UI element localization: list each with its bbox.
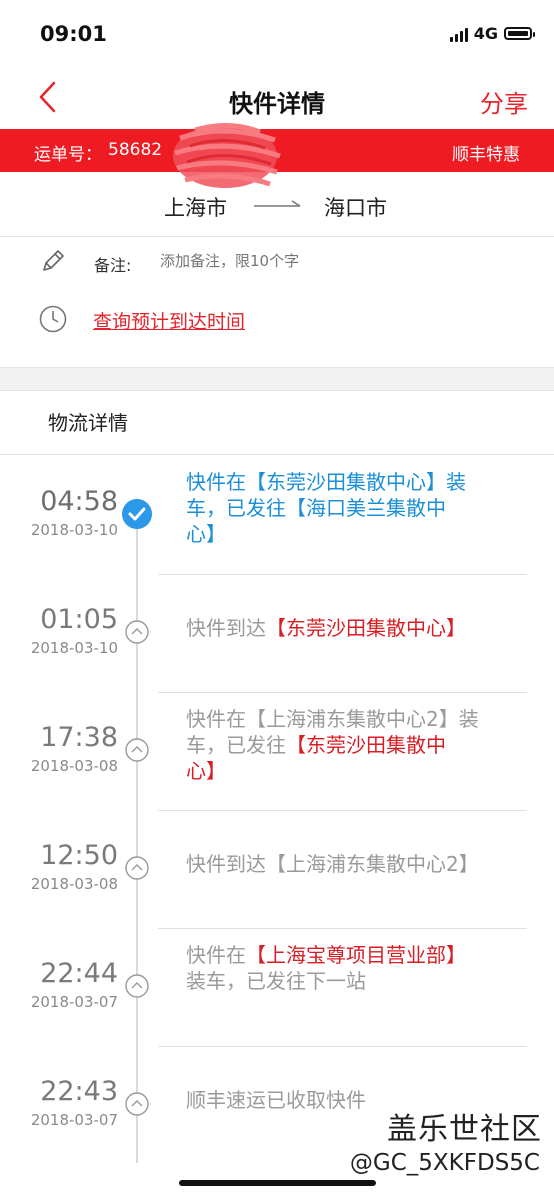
entry-text: 快件在【上海宝尊项目营业部】 装车，已发往下一站 — [186, 943, 466, 993]
route-origin: 上海市 — [164, 196, 227, 220]
chevron-up-circle-icon — [125, 738, 149, 762]
waybill-label: 运单号： — [34, 145, 102, 165]
entry-time: 22:44 — [40, 958, 118, 989]
entry-date: 2018-03-10 — [30, 521, 118, 539]
entry-divider — [158, 574, 527, 575]
entry-text: 快件在【东莞沙田集散中心】装 车，已发往【海口美兰集散中 心】 — [186, 470, 466, 546]
entry-date: 2018-03-10 — [30, 639, 118, 657]
arrow-right-icon — [254, 200, 301, 207]
entry-divider — [158, 692, 527, 693]
timeline-line — [136, 520, 138, 1163]
status-indicators: 4G — [449, 24, 535, 43]
battery-icon — [504, 27, 535, 40]
watermark-user: @GC_5XKFDS5C — [349, 1150, 540, 1176]
entry-date: 2018-03-07 — [30, 1111, 118, 1129]
route-destination: 海口市 — [324, 196, 387, 220]
section-gap — [0, 367, 554, 391]
redaction-scribble — [173, 122, 281, 188]
service-type: 顺丰特惠 — [452, 145, 520, 165]
pencil-icon — [43, 250, 64, 271]
entry-date: 2018-03-08 — [30, 875, 118, 893]
entry-time: 22:43 — [40, 1076, 118, 1107]
entry-divider — [158, 928, 527, 929]
eta-query-link[interactable]: 查询预计到达时间 — [93, 307, 245, 334]
share-button[interactable]: 分享 — [480, 84, 528, 119]
entry-date: 2018-03-08 — [30, 757, 118, 775]
watermark-site: 盖乐世社区 — [387, 1112, 542, 1147]
entry-time: 12:50 — [40, 840, 118, 871]
entry-divider — [158, 1046, 527, 1047]
status-time: 09:01 — [40, 22, 107, 46]
entry-text: 快件到达【上海浦东集散中心2】 — [186, 852, 479, 876]
note-label: 备注: — [94, 256, 132, 275]
chevron-up-circle-icon — [125, 1092, 149, 1116]
check-circle-icon — [122, 499, 152, 529]
clock-icon — [39, 305, 67, 333]
entry-time: 01:05 — [40, 604, 118, 635]
entry-time: 17:38 — [40, 722, 118, 753]
entry-text: 快件在【上海浦东集散中心2】装 车，已发往【东莞沙田集散中 心】 — [186, 707, 479, 783]
logistics-section-title: 物流详情 — [48, 411, 128, 435]
signal-icon — [449, 26, 468, 42]
entry-date: 2018-03-07 — [30, 993, 118, 1011]
network-type: 4G — [473, 24, 498, 43]
chevron-up-circle-icon — [125, 856, 149, 880]
waybill-number: 58682 — [108, 140, 163, 160]
note-input[interactable] — [160, 252, 460, 270]
entry-time: 04:58 — [40, 486, 118, 517]
divider — [0, 454, 554, 455]
home-indicator[interactable] — [179, 1180, 376, 1186]
chevron-up-circle-icon — [125, 974, 149, 998]
chevron-up-circle-icon — [125, 620, 149, 644]
entry-divider — [158, 810, 527, 811]
divider — [0, 236, 554, 237]
entry-text: 快件到达【东莞沙田集散中心】 — [186, 616, 466, 640]
page-title: 快件详情 — [229, 90, 325, 118]
